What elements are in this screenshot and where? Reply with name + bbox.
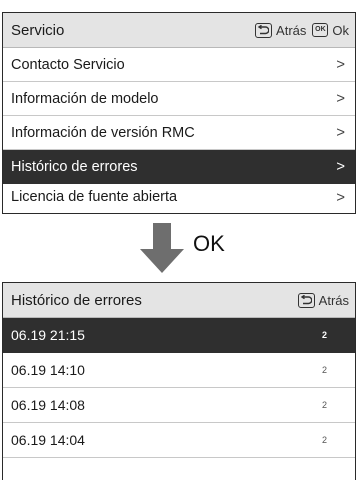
chevron-right-icon: > [336,56,345,73]
header-actions: Atrás OK Ok [255,22,349,38]
menu-item-licencia-fuente-abierta[interactable]: Licencia de fuente abierta > [3,184,355,206]
down-arrow-icon [140,223,184,273]
service-menu-header: Servicio Atrás OK Ok [3,13,355,48]
transition-ok-label: OK [193,231,225,256]
error-count: 2 [321,365,327,375]
error-count: 2 [321,400,327,410]
error-history-title: Histórico de errores [11,291,142,309]
menu-item-label: Histórico de errores [11,158,138,175]
back-label[interactable]: Atrás [319,293,349,308]
error-timestamp: 06.19 21:15 [11,327,85,343]
service-menu-title: Servicio [11,21,65,39]
error-history-row[interactable]: 06.19 14:08 2 [3,388,355,423]
chevron-right-icon: > [336,90,345,107]
chevron-right-icon: > [336,189,345,206]
error-history-header: Histórico de errores Atrás [3,283,355,318]
back-key-icon[interactable] [297,292,315,308]
service-menu-panel: Servicio Atrás OK Ok Contacto Servicio >… [2,12,356,214]
error-history-row[interactable]: 06.19 14:10 2 [3,353,355,388]
error-history-row[interactable]: 06.19 21:15 2 [3,318,355,353]
error-timestamp: 06.19 14:10 [11,362,85,378]
menu-item-historico-errores[interactable]: Histórico de errores > [3,150,355,184]
error-count: 2 [321,330,327,340]
chevron-right-icon: > [336,124,345,141]
menu-item-contacto-servicio[interactable]: Contacto Servicio > [3,48,355,82]
error-timestamp: 06.19 14:04 [11,432,85,448]
menu-item-informacion-version-rmc[interactable]: Información de versión RMC > [3,116,355,150]
menu-item-label: Información de modelo [11,90,159,107]
menu-item-label: Licencia de fuente abierta [11,189,178,205]
ok-key-icon[interactable]: OK [312,23,329,37]
chevron-right-icon: > [336,158,345,175]
menu-item-informacion-modelo[interactable]: Información de modelo > [3,82,355,116]
error-history-panel: Histórico de errores Atrás 06.19 21:15 2… [2,282,356,480]
error-count: 2 [321,435,327,445]
menu-item-label: Contacto Servicio [11,56,125,73]
header-actions: Atrás [297,292,349,308]
back-label[interactable]: Atrás [276,23,306,38]
error-timestamp: 06.19 14:08 [11,397,85,413]
ok-label[interactable]: Ok [332,23,349,38]
menu-item-label: Información de versión RMC [11,124,195,141]
error-history-row[interactable]: 06.19 14:04 2 [3,423,355,458]
back-key-icon[interactable] [255,22,273,38]
